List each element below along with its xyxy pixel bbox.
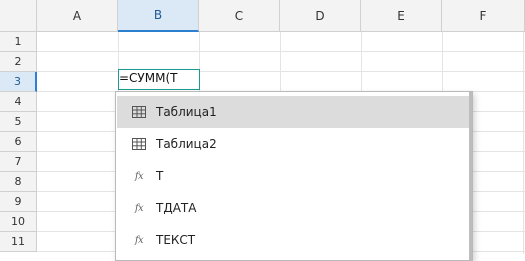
function-icon: fx	[134, 234, 144, 246]
cell-editor-b3[interactable]: =СУММ(Т	[118, 69, 200, 90]
autocomplete-item-label: Таблица2	[156, 137, 217, 151]
spreadsheet-grid[interactable]: A B C D E F 1 2 3 4 5 6 7 8 9 10 11 =СУМ…	[0, 0, 525, 261]
row-header-5[interactable]: 5	[0, 112, 37, 132]
column-header-a[interactable]: A	[37, 0, 118, 32]
autocomplete-item-label: Т	[156, 169, 164, 183]
row-header-6[interactable]: 6	[0, 132, 37, 152]
row-header-4[interactable]: 4	[0, 92, 37, 112]
autocomplete-item-table2[interactable]: Таблица2	[117, 128, 471, 160]
row-header-7[interactable]: 7	[0, 152, 37, 172]
grid-line	[523, 32, 524, 254]
column-header-c[interactable]: C	[199, 0, 280, 32]
autocomplete-item-tdata[interactable]: fx ТДАТА	[117, 192, 471, 224]
table-icon	[131, 137, 147, 151]
row-header-10[interactable]: 10	[0, 212, 37, 232]
row-header-1[interactable]: 1	[0, 32, 37, 52]
grid-line	[37, 51, 525, 52]
column-header-e[interactable]: E	[361, 0, 442, 32]
autocomplete-item-label: Таблица1	[156, 105, 217, 119]
column-header-d[interactable]: D	[280, 0, 361, 32]
autocomplete-item-label: ТЕКСТ	[156, 233, 196, 247]
table-icon	[131, 105, 147, 119]
row-header-9[interactable]: 9	[0, 192, 37, 212]
grid-line	[37, 71, 525, 72]
column-header-f[interactable]: F	[442, 0, 525, 32]
autocomplete-dropdown[interactable]: Таблица1 Таблица2 fx Т fx ТДАТА fx ТЕКСТ	[115, 91, 473, 261]
function-icon: fx	[134, 170, 144, 182]
autocomplete-item-tekst[interactable]: fx ТЕКСТ	[117, 224, 471, 256]
autocomplete-item-label: ТДАТА	[156, 201, 197, 215]
row-header-3[interactable]: 3	[0, 72, 37, 92]
row-header-8[interactable]: 8	[0, 172, 37, 192]
autocomplete-item-t[interactable]: fx Т	[117, 160, 471, 192]
autocomplete-item-table1[interactable]: Таблица1	[117, 96, 471, 128]
dropdown-scrollbar[interactable]	[469, 92, 472, 260]
select-all-corner[interactable]	[0, 0, 37, 32]
row-header-11[interactable]: 11	[0, 232, 37, 252]
column-header-b[interactable]: B	[118, 0, 199, 32]
function-icon: fx	[134, 202, 144, 214]
row-header-2[interactable]: 2	[0, 52, 37, 72]
